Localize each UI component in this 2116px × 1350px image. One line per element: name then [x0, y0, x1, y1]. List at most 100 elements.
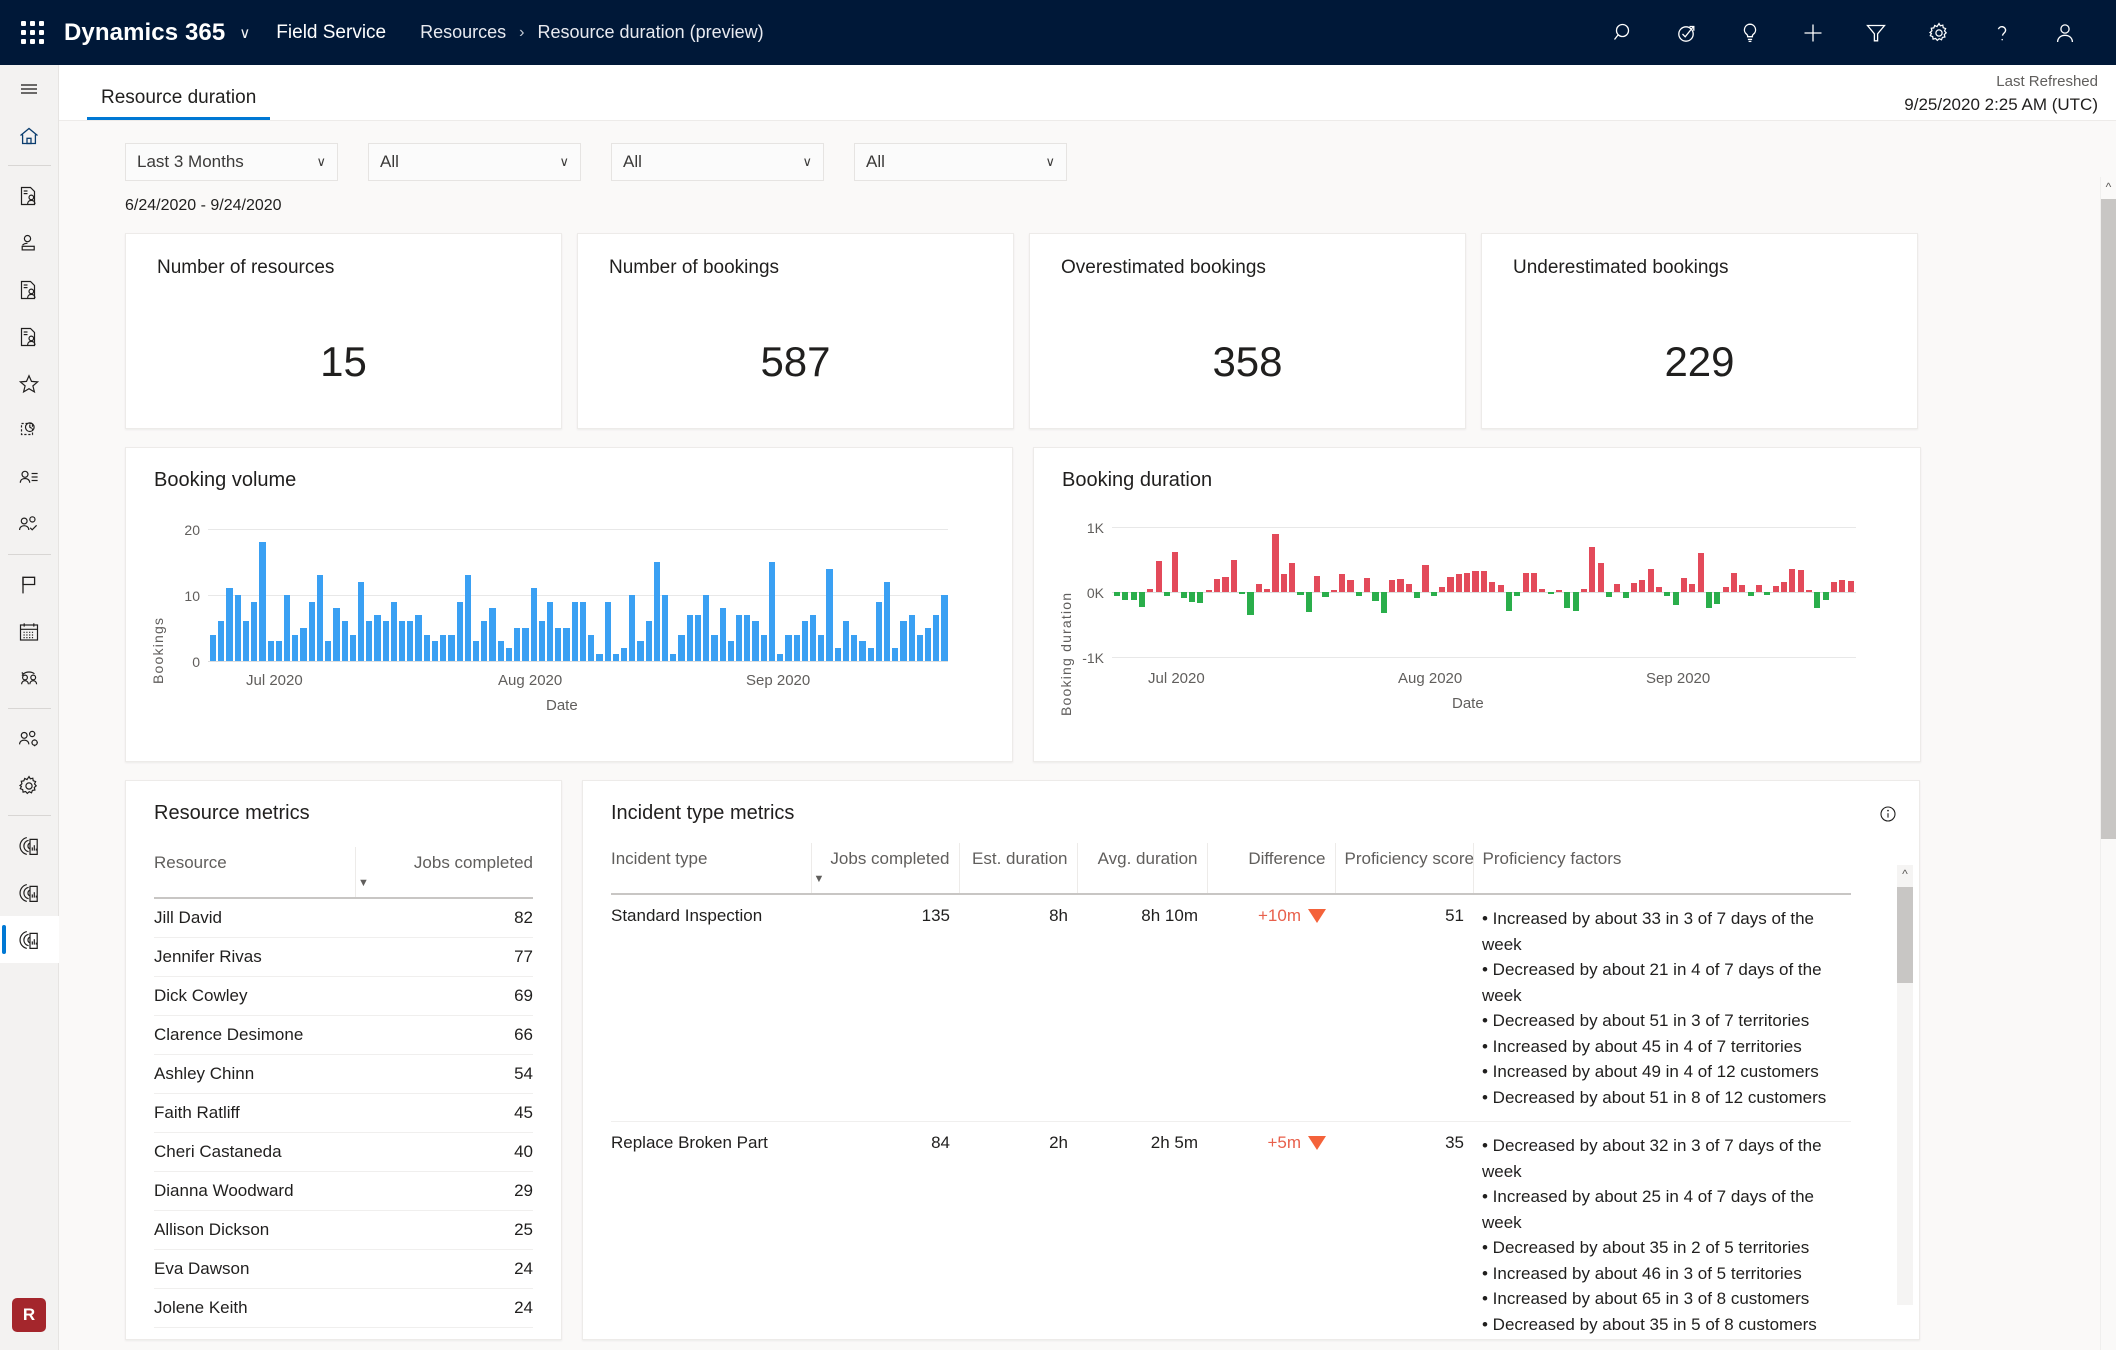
kpi-number-of-bookings[interactable]: Number of bookings 587 — [577, 233, 1014, 429]
bar[interactable] — [604, 601, 611, 661]
bar[interactable] — [588, 634, 595, 661]
date-range-filter[interactable]: Last 3 Months ∨ — [125, 143, 338, 181]
column-header-difference[interactable]: Difference — [1206, 843, 1335, 895]
kpi-overestimated-bookings[interactable]: Overestimated bookings 358 — [1029, 233, 1466, 429]
column-header-jobs-completed[interactable]: Jobs completed ▼ — [354, 847, 533, 899]
bar[interactable] — [1697, 553, 1704, 592]
bar[interactable] — [1455, 573, 1462, 592]
bar[interactable] — [1514, 592, 1521, 596]
bar[interactable] — [686, 614, 693, 661]
bar[interactable] — [1439, 587, 1446, 592]
bar[interactable] — [407, 621, 414, 661]
bar[interactable] — [1297, 592, 1304, 596]
home-icon[interactable] — [0, 112, 59, 159]
recent-records-icon[interactable] — [0, 172, 59, 219]
bar[interactable] — [210, 634, 217, 661]
bar[interactable] — [1597, 563, 1604, 592]
new-plus-icon[interactable] — [1781, 0, 1844, 65]
bar[interactable] — [374, 614, 381, 661]
bar[interactable] — [473, 641, 480, 661]
page-scrollbar[interactable]: ^ ˅ — [2100, 177, 2116, 1350]
bar[interactable] — [1289, 563, 1296, 592]
bar[interactable] — [941, 595, 948, 661]
booking-volume-chart-card[interactable]: Booking volume Bookings 20 10 0 Jul 2020… — [125, 447, 1013, 762]
bar[interactable] — [1505, 592, 1512, 611]
help-question-icon[interactable] — [1970, 0, 2033, 65]
scrollbar-thumb[interactable] — [1897, 887, 1913, 983]
table-row[interactable]: Jill David 82 — [154, 898, 533, 938]
bar[interactable] — [1330, 590, 1337, 592]
bar[interactable] — [382, 621, 389, 661]
bar[interactable] — [801, 621, 808, 661]
bar[interactable] — [596, 654, 603, 661]
bar[interactable] — [1372, 592, 1379, 602]
contacts-icon[interactable] — [0, 501, 59, 548]
resource-metrics-panel[interactable]: Resource metrics Resource Jobs completed… — [125, 780, 562, 1340]
accounts-icon[interactable] — [0, 454, 59, 501]
environment-badge[interactable]: R — [12, 1298, 46, 1332]
bar[interactable] — [752, 621, 759, 661]
bar[interactable] — [1655, 587, 1663, 592]
scrollbar-thumb[interactable] — [2101, 199, 2116, 839]
bar[interactable] — [1397, 579, 1404, 592]
column-header-jobs-completed[interactable]: Jobs completed ▼ — [810, 843, 959, 895]
bar[interactable] — [390, 601, 398, 661]
bar[interactable] — [1647, 568, 1654, 592]
bar[interactable] — [1705, 592, 1713, 608]
bar[interactable] — [1280, 573, 1287, 592]
bar[interactable] — [1239, 592, 1246, 594]
bar[interactable] — [563, 628, 570, 661]
bar[interactable] — [1405, 583, 1412, 592]
bar[interactable] — [711, 634, 718, 661]
bar[interactable] — [218, 621, 225, 661]
bar[interactable] — [1139, 592, 1146, 607]
bar[interactable] — [1547, 592, 1554, 594]
bar[interactable] — [555, 628, 562, 661]
bar[interactable] — [1422, 564, 1429, 592]
bar[interactable] — [1314, 576, 1321, 592]
bar[interactable] — [226, 588, 233, 661]
bar[interactable] — [736, 614, 743, 661]
bar[interactable] — [670, 654, 677, 661]
bar[interactable] — [703, 595, 710, 661]
analytics-report-icon[interactable] — [0, 822, 59, 869]
resource-duration-report-icon[interactable] — [0, 916, 59, 963]
column-header-avg-duration[interactable]: Avg. duration — [1076, 843, 1207, 895]
bar[interactable] — [514, 628, 521, 661]
tab-resource-duration[interactable]: Resource duration — [87, 87, 271, 120]
bar[interactable] — [1747, 592, 1754, 596]
bar[interactable] — [842, 621, 850, 661]
bar[interactable] — [1389, 580, 1396, 592]
column-header-incident-type[interactable]: Incident type — [611, 843, 811, 895]
insights-lightbulb-icon[interactable] — [1718, 0, 1781, 65]
bar[interactable] — [357, 581, 365, 661]
bar[interactable] — [399, 621, 406, 661]
table-row[interactable]: Ashley Chinn 54 — [154, 1054, 533, 1094]
favorites-star-icon[interactable] — [0, 360, 59, 407]
bar[interactable] — [1472, 571, 1479, 592]
bar[interactable] — [1564, 592, 1571, 609]
bar[interactable] — [1364, 577, 1371, 592]
breadcrumb-parent-link[interactable]: Resources — [420, 22, 506, 43]
bar[interactable] — [1730, 572, 1738, 592]
bar[interactable] — [1822, 592, 1829, 601]
bar[interactable] — [1264, 589, 1271, 592]
bar[interactable] — [1689, 583, 1696, 592]
bar[interactable] — [292, 634, 299, 661]
bar[interactable] — [1447, 577, 1454, 592]
bar[interactable] — [1347, 580, 1354, 592]
bar[interactable] — [1847, 580, 1854, 592]
bar[interactable] — [859, 641, 866, 661]
bar[interactable] — [267, 641, 274, 661]
bar[interactable] — [1464, 573, 1471, 592]
table-row[interactable]: Jolene Keith 24 — [154, 1288, 533, 1328]
bar[interactable] — [1630, 582, 1638, 592]
bar[interactable] — [1147, 589, 1154, 592]
bar[interactable] — [727, 641, 734, 661]
bar[interactable] — [1305, 592, 1312, 612]
bar[interactable] — [1355, 592, 1362, 596]
bar[interactable] — [325, 641, 332, 661]
bar[interactable] — [275, 641, 282, 661]
bar[interactable] — [1680, 578, 1688, 592]
bar[interactable] — [1130, 592, 1137, 601]
